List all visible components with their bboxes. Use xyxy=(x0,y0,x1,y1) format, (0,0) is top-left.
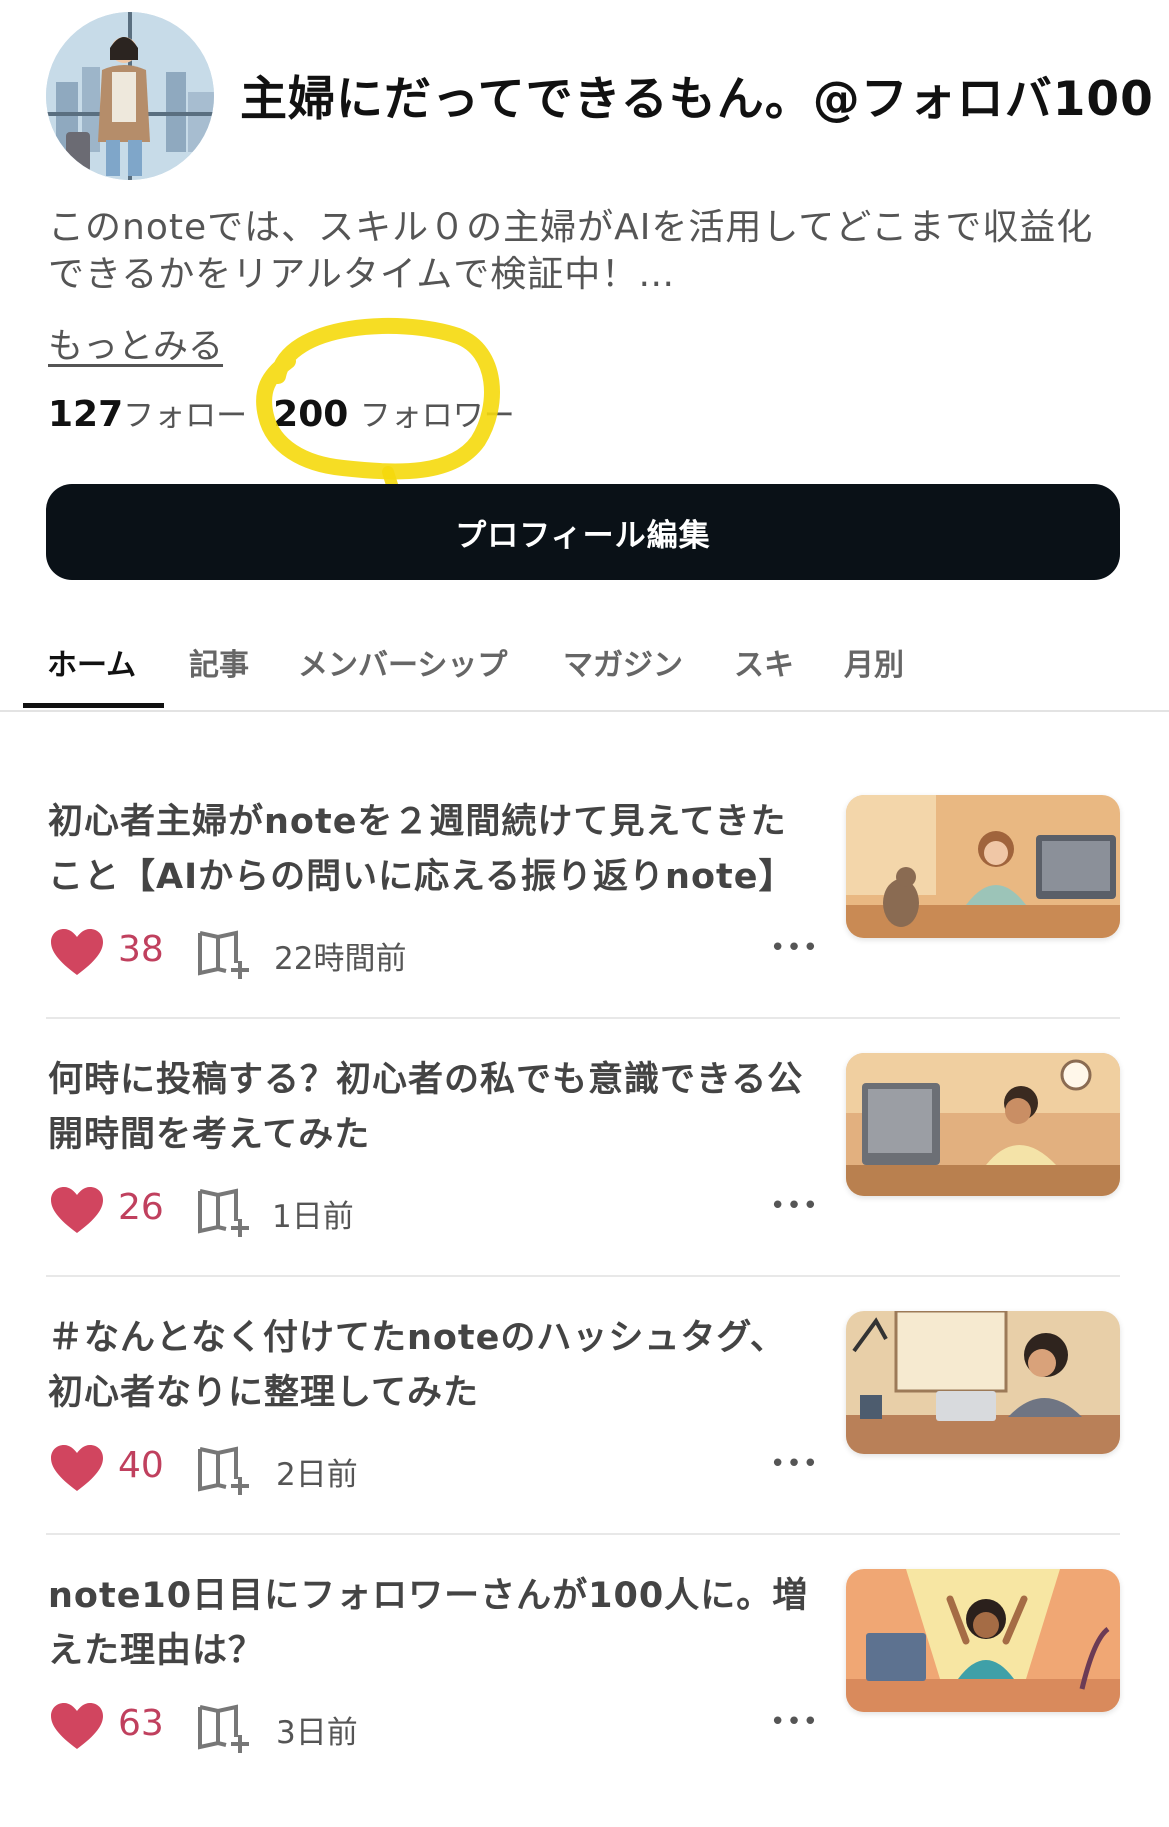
tab-membership[interactable]: メンバーシップ xyxy=(298,640,507,684)
article-title[interactable]: 初心者主婦がnoteを２週間続けて見えてきたこと【AIからの問いに応える振り返り… xyxy=(48,795,820,905)
post-time: 2日前 xyxy=(276,1457,358,1493)
article-thumbnail[interactable] xyxy=(846,1053,1120,1196)
post-time: 3日前 xyxy=(276,1715,358,1751)
read-more-link[interactable]: もっとみる xyxy=(48,318,223,369)
heart-icon[interactable] xyxy=(50,1703,104,1751)
heart-icon[interactable] xyxy=(50,929,104,977)
tab-bar: ホーム 記事 メンバーシップ マガジン スキ 月別 xyxy=(0,600,1169,712)
add-to-magazine-icon[interactable] xyxy=(196,925,252,981)
tab-home[interactable]: ホーム xyxy=(47,640,136,684)
like-count: 40 xyxy=(118,1445,164,1486)
like-count: 38 xyxy=(118,929,164,970)
edit-profile-button[interactable]: プロフィール編集 xyxy=(46,484,1120,580)
follow-stats: 127フォロー 200 フォロワー xyxy=(48,390,515,435)
active-tab-indicator xyxy=(23,703,164,708)
followers-label[interactable]: フォロワー xyxy=(360,398,515,434)
divider xyxy=(46,1533,1120,1535)
add-to-magazine-icon[interactable] xyxy=(196,1699,252,1755)
add-to-magazine-icon[interactable] xyxy=(196,1183,252,1239)
article-thumbnail[interactable] xyxy=(846,795,1120,938)
like-count: 26 xyxy=(118,1187,164,1228)
article-item[interactable]: ＃なんとなく付けてたnoteのハッシュタグ、初心者なりに整理してみた 40 2日… xyxy=(0,1311,1169,1569)
heart-icon[interactable] xyxy=(50,1187,104,1235)
divider xyxy=(46,1017,1120,1019)
heart-icon[interactable] xyxy=(50,1445,104,1493)
more-options-icon[interactable]: ••• xyxy=(770,1449,819,1479)
tab-monthly[interactable]: 月別 xyxy=(844,640,904,684)
article-item[interactable]: 初心者主婦がnoteを２週間続けて見えてきたこと【AIからの問いに応える振り返り… xyxy=(0,795,1169,1053)
article-title[interactable]: ＃なんとなく付けてたnoteのハッシュタグ、初心者なりに整理してみた xyxy=(48,1311,820,1421)
more-options-icon[interactable]: ••• xyxy=(770,1191,819,1221)
article-title[interactable]: note10日目にフォロワーさんが100人に。増えた理由は？ xyxy=(48,1569,820,1679)
more-options-icon[interactable]: ••• xyxy=(770,933,819,963)
article-item[interactable]: 何時に投稿する？初心者の私でも意識できる公開時間を考えてみた 26 1日前 ••… xyxy=(0,1053,1169,1311)
more-options-icon[interactable]: ••• xyxy=(770,1707,819,1737)
followers-count[interactable]: 200 xyxy=(273,394,348,435)
profile-bio: このnoteでは、スキル０の主婦がAIを活用してどこまで収益化できるかをリアルタ… xyxy=(48,207,1094,295)
tab-magazine[interactable]: マガジン xyxy=(563,640,683,684)
tab-articles[interactable]: 記事 xyxy=(189,640,249,684)
post-time: 22時間前 xyxy=(274,941,407,977)
avatar[interactable] xyxy=(46,12,214,180)
post-time: 1日前 xyxy=(272,1199,354,1235)
tab-likes[interactable]: スキ xyxy=(734,640,794,684)
article-thumbnail[interactable] xyxy=(846,1569,1120,1712)
divider xyxy=(46,1275,1120,1277)
like-count: 63 xyxy=(118,1703,164,1744)
article-item[interactable]: note10日目にフォロワーさんが100人に。増えた理由は？ 63 3日前 ••… xyxy=(0,1569,1169,1827)
add-to-magazine-icon[interactable] xyxy=(196,1441,252,1497)
profile-name: 主婦にだってできるもん。@フォロバ100 xyxy=(240,72,1154,127)
following-label[interactable]: フォロー xyxy=(123,398,247,434)
following-count[interactable]: 127 xyxy=(48,394,123,435)
article-title[interactable]: 何時に投稿する？初心者の私でも意識できる公開時間を考えてみた xyxy=(48,1053,820,1163)
article-thumbnail[interactable] xyxy=(846,1311,1120,1454)
